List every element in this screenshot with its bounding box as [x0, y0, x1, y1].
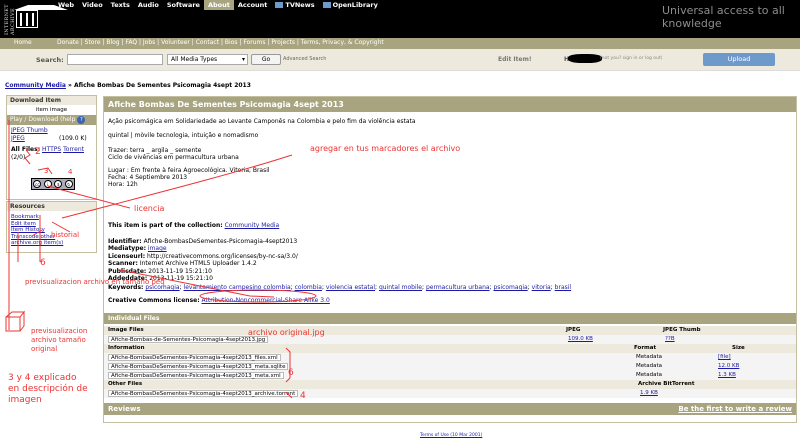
- annotation-orig-jpg: archivo original.jpg: [248, 328, 325, 337]
- annotation-number: 4: [300, 391, 306, 401]
- annotation-number: 3: [44, 167, 49, 175]
- annotation-number: 6: [288, 368, 294, 378]
- annotation-previs-peq: previsualizacion archivo en tamaño peq: [25, 278, 165, 286]
- annotation-previs-orig: previsualizacion archivo tamaño original: [31, 327, 88, 353]
- annotation-arrow: [61, 154, 293, 219]
- annotation-strokes: [5, 120, 317, 399]
- annotation-historial: historial: [51, 231, 80, 239]
- annotation-arrow: [47, 185, 131, 209]
- annotation-marcadores: agregar en tus marcadores el archivo: [310, 144, 461, 153]
- annotation-number: 6: [40, 258, 46, 268]
- annotation-explicado: 3 y 4 explicado en descripción de imagen: [8, 373, 88, 405]
- annotation-licencia: licencia: [134, 204, 165, 213]
- annotation-number: 4: [68, 168, 73, 176]
- annotation-number: 2: [35, 147, 41, 157]
